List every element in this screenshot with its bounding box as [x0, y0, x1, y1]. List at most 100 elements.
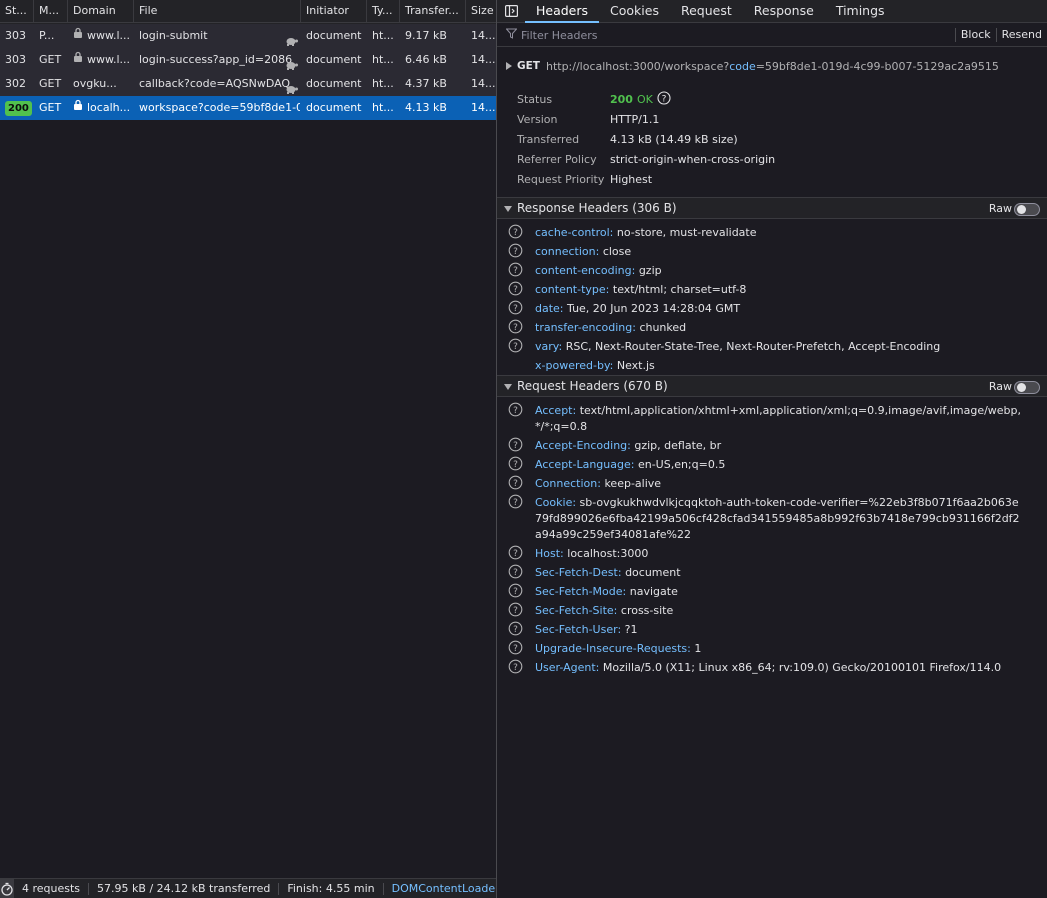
header-row[interactable]: ? transfer-encoding: chunked — [497, 317, 1047, 336]
header-row[interactable]: ? content-type: text/html; charset=utf-8 — [497, 279, 1047, 298]
help-icon[interactable]: ? — [508, 494, 523, 509]
block-button[interactable]: Block — [954, 28, 996, 42]
header-entry: date: Tue, 20 Jun 2023 14:28:04 GMT — [535, 301, 1025, 317]
column-transferred[interactable]: Transfer... — [400, 0, 466, 23]
toggle-sidebar-button[interactable] — [497, 0, 525, 22]
filter-bar: Block Resend — [497, 24, 1047, 47]
help-icon[interactable]: ? — [508, 224, 523, 239]
header-row[interactable]: ? Upgrade-Insecure-Requests: 1 — [497, 638, 1047, 657]
header-value: gzip, deflate, br — [634, 439, 722, 452]
column-size[interactable]: Size — [466, 0, 496, 23]
header-row[interactable]: ? vary: RSC, Next-Router-State-Tree, Next… — [497, 336, 1047, 355]
request-table-header: St... M... Domain File Initiator Ty... T… — [0, 0, 496, 23]
column-initiator[interactable]: Initiator — [301, 0, 367, 23]
header-row[interactable]: x-powered-by: Next.js — [497, 355, 1047, 374]
summary-label: Transferred — [517, 132, 580, 146]
help-icon[interactable]: ? — [508, 621, 523, 636]
header-entry: x-powered-by: Next.js — [535, 358, 1025, 374]
filter-icon — [505, 28, 518, 42]
header-row[interactable]: ? connection: close — [497, 241, 1047, 260]
raw-toggle[interactable] — [1014, 381, 1040, 394]
table-row[interactable]: 303 GET www.l... login-success?app_id=20… — [0, 48, 496, 72]
summary-value: Highest — [610, 172, 653, 186]
header-name: transfer-encoding: — [535, 321, 636, 334]
help-icon[interactable]: ? — [508, 402, 523, 417]
header-row[interactable]: ? Accept-Encoding: gzip, deflate, br — [497, 435, 1047, 454]
header-row[interactable]: ? Sec-Fetch-Dest: document — [497, 562, 1047, 581]
help-icon[interactable]: ? — [508, 243, 523, 258]
header-value: en-US,en;q=0.5 — [637, 458, 726, 471]
help-icon[interactable]: ? — [508, 262, 523, 277]
header-row[interactable]: ? Connection: keep-alive — [497, 473, 1047, 492]
header-row[interactable]: ? Accept: text/html,application/xhtml+xml… — [497, 400, 1047, 435]
request-headers-section-header[interactable]: Request Headers (670 B) Raw — [497, 375, 1047, 397]
header-name: Host: — [535, 547, 564, 560]
header-row[interactable]: ? Host: localhost:3000 — [497, 543, 1047, 562]
help-icon[interactable]: ? — [508, 319, 523, 334]
svg-text:?: ? — [513, 568, 518, 578]
header-value: gzip — [638, 264, 662, 277]
request-url-line[interactable]: GET http://localhost:3000/workspace? cod… — [497, 57, 1047, 75]
help-icon[interactable]: ? — [508, 545, 523, 560]
header-value: cross-site — [620, 604, 674, 617]
help-icon[interactable]: ? — [508, 475, 523, 490]
svg-text:?: ? — [513, 644, 518, 654]
help-icon[interactable]: ? — [508, 300, 523, 315]
summary-priority-row: Request Priority Highest — [517, 169, 1037, 189]
help-icon[interactable]: ? — [508, 456, 523, 471]
column-domain[interactable]: Domain — [68, 0, 134, 23]
help-icon[interactable]: ? — [508, 602, 523, 617]
table-row-selected[interactable]: 200 GET localh... workspace?code=59bf8de… — [0, 96, 496, 120]
request-list-empty-area — [0, 120, 496, 878]
lock-icon — [73, 24, 83, 47]
header-name: Cookie: — [535, 496, 577, 509]
request-details-panel: Headers Cookies Request Response Timings… — [497, 0, 1047, 898]
collapse-arrow-icon[interactable] — [504, 201, 512, 215]
table-row[interactable]: 303 P... www.l... login-submit document … — [0, 24, 496, 48]
header-name: connection: — [535, 245, 600, 258]
response-headers-section-header[interactable]: Response Headers (306 B) Raw — [497, 197, 1047, 219]
performance-analysis-button[interactable] — [0, 878, 14, 898]
help-icon[interactable]: ? — [508, 640, 523, 655]
svg-text:?: ? — [513, 587, 518, 597]
column-status[interactable]: St... — [0, 0, 34, 23]
header-row[interactable]: ? content-encoding: gzip — [497, 260, 1047, 279]
filter-headers-input[interactable] — [521, 28, 955, 42]
resend-button[interactable]: Resend — [995, 28, 1047, 42]
column-method[interactable]: M... — [34, 0, 68, 23]
help-icon[interactable]: ? — [508, 583, 523, 598]
tab-cookies[interactable]: Cookies — [599, 0, 670, 22]
summary-label: Referrer Policy — [517, 152, 597, 166]
header-row[interactable]: ? User-Agent: Mozilla/5.0 (X11; Linux x86… — [497, 657, 1047, 676]
expand-arrow-icon[interactable] — [506, 60, 512, 73]
table-row[interactable]: 302 GET ovgku... callback?code=AQSNwDAQ … — [0, 72, 496, 96]
network-statusbar: 4 requests 57.95 kB / 24.12 kB transferr… — [0, 878, 496, 898]
header-row[interactable]: ? Sec-Fetch-User: ?1 — [497, 619, 1047, 638]
slow-turtle-icon — [285, 31, 298, 48]
header-row[interactable]: ? Sec-Fetch-Site: cross-site — [497, 600, 1047, 619]
header-row[interactable]: ? Accept-Language: en-US,en;q=0.5 — [497, 454, 1047, 473]
header-row[interactable]: ? cache-control: no-store, must-revalidat… — [497, 222, 1047, 241]
column-type[interactable]: Ty... — [367, 0, 400, 23]
column-file[interactable]: File — [134, 0, 301, 23]
tab-request[interactable]: Request — [670, 0, 743, 22]
help-icon[interactable]: ? — [657, 90, 671, 108]
tab-response[interactable]: Response — [743, 0, 825, 22]
stopwatch-icon — [1, 882, 13, 896]
header-row[interactable]: ? Sec-Fetch-Mode: navigate — [497, 581, 1047, 600]
tab-timings[interactable]: Timings — [825, 0, 896, 22]
help-icon[interactable]: ? — [508, 659, 523, 674]
header-row[interactable]: ? Cookie: sb-ovgkukhwdvlkjcqqktoh-auth-to… — [497, 492, 1047, 543]
header-name: content-type: — [535, 283, 610, 296]
help-icon[interactable]: ? — [508, 437, 523, 452]
header-name: Sec-Fetch-Mode: — [535, 585, 627, 598]
help-icon[interactable]: ? — [508, 281, 523, 296]
collapse-arrow-icon[interactable] — [504, 379, 512, 393]
tab-headers[interactable]: Headers — [525, 0, 600, 23]
header-entry: Connection: keep-alive — [535, 476, 1025, 492]
raw-toggle[interactable] — [1014, 203, 1040, 216]
help-icon[interactable]: ? — [508, 564, 523, 579]
row-type: ht... — [372, 29, 394, 42]
header-row[interactable]: ? date: Tue, 20 Jun 2023 14:28:04 GMT — [497, 298, 1047, 317]
help-icon[interactable]: ? — [508, 338, 523, 353]
